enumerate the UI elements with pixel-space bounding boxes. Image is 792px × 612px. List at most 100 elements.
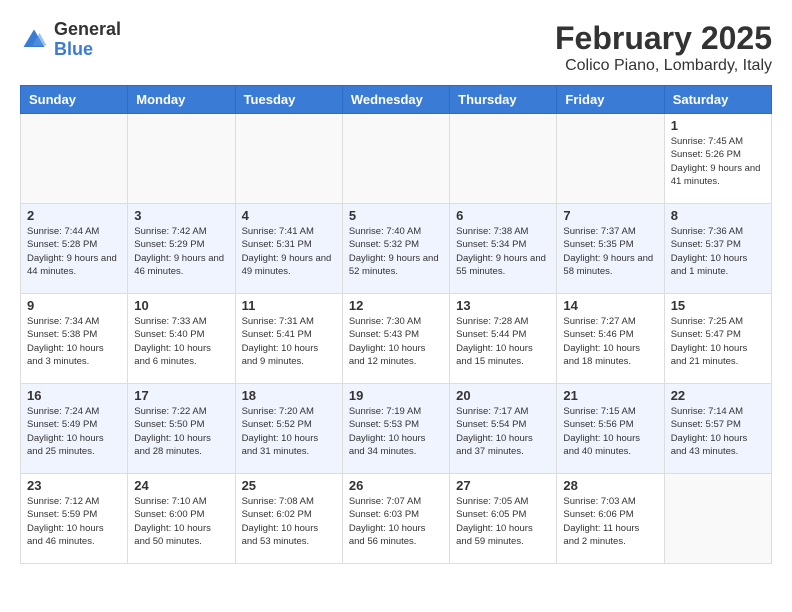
calendar-cell: 2 Sunrise: 7:44 AM Sunset: 5:28 PM Daylig… [21, 204, 128, 294]
calendar-cell [342, 114, 449, 204]
day-number: 16 [27, 388, 121, 403]
calendar-cell: 12 Sunrise: 7:30 AM Sunset: 5:43 PM Dayli… [342, 294, 449, 384]
calendar-cell [664, 474, 771, 564]
calendar-header-saturday: Saturday [664, 86, 771, 114]
calendar-cell: 27 Sunrise: 7:05 AM Sunset: 6:05 PM Dayli… [450, 474, 557, 564]
day-info: Sunrise: 7:17 AM Sunset: 5:54 PM Dayligh… [456, 405, 550, 458]
month-year-title: February 2025 [555, 20, 772, 57]
day-info: Sunrise: 7:30 AM Sunset: 5:43 PM Dayligh… [349, 315, 443, 368]
day-number: 21 [563, 388, 657, 403]
day-number: 11 [242, 298, 336, 313]
day-number: 4 [242, 208, 336, 223]
calendar-week-row: 9 Sunrise: 7:34 AM Sunset: 5:38 PM Daylig… [21, 294, 772, 384]
day-number: 5 [349, 208, 443, 223]
day-info: Sunrise: 7:03 AM Sunset: 6:06 PM Dayligh… [563, 495, 657, 548]
calendar-cell: 7Sunrise: 7:37 AM Sunset: 5:35 PM Daylig… [557, 204, 664, 294]
calendar-cell: 4 Sunrise: 7:41 AM Sunset: 5:31 PM Daylig… [235, 204, 342, 294]
calendar-header-monday: Monday [128, 86, 235, 114]
day-info: Sunrise: 7:07 AM Sunset: 6:03 PM Dayligh… [349, 495, 443, 548]
day-number: 17 [134, 388, 228, 403]
day-info: Sunrise: 7:25 AM Sunset: 5:47 PM Dayligh… [671, 315, 765, 368]
calendar-cell: 14 Sunrise: 7:27 AM Sunset: 5:46 PM Dayli… [557, 294, 664, 384]
calendar-table: SundayMondayTuesdayWednesdayThursdayFrid… [20, 85, 772, 564]
location-subtitle: Colico Piano, Lombardy, Italy [555, 57, 772, 75]
day-number: 15 [671, 298, 765, 313]
day-info: Sunrise: 7:27 AM Sunset: 5:46 PM Dayligh… [563, 315, 657, 368]
day-number: 28 [563, 478, 657, 493]
calendar-header-thursday: Thursday [450, 86, 557, 114]
calendar-cell: 6 Sunrise: 7:38 AM Sunset: 5:34 PM Daylig… [450, 204, 557, 294]
day-info: Sunrise: 7:41 AM Sunset: 5:31 PM Dayligh… [242, 225, 336, 278]
day-number: 9 [27, 298, 121, 313]
day-info: Sunrise: 7:37 AM Sunset: 5:35 PM Dayligh… [563, 225, 657, 278]
calendar-header-friday: Friday [557, 86, 664, 114]
day-number: 23 [27, 478, 121, 493]
day-number: 12 [349, 298, 443, 313]
logo: General Blue [20, 20, 121, 60]
calendar-cell: 18Sunrise: 7:20 AM Sunset: 5:52 PM Dayli… [235, 384, 342, 474]
day-info: Sunrise: 7:05 AM Sunset: 6:05 PM Dayligh… [456, 495, 550, 548]
day-info: Sunrise: 7:12 AM Sunset: 5:59 PM Dayligh… [27, 495, 121, 548]
day-number: 8 [671, 208, 765, 223]
day-number: 13 [456, 298, 550, 313]
calendar-cell: 26 Sunrise: 7:07 AM Sunset: 6:03 PM Dayli… [342, 474, 449, 564]
day-number: 27 [456, 478, 550, 493]
calendar-cell: 24 Sunrise: 7:10 AM Sunset: 6:00 PM Dayli… [128, 474, 235, 564]
calendar-cell [128, 114, 235, 204]
calendar-cell: 16 Sunrise: 7:24 AM Sunset: 5:49 PM Dayli… [21, 384, 128, 474]
day-number: 20 [456, 388, 550, 403]
calendar-header-wednesday: Wednesday [342, 86, 449, 114]
calendar-cell: 13Sunrise: 7:28 AM Sunset: 5:44 PM Dayli… [450, 294, 557, 384]
calendar-cell: 9 Sunrise: 7:34 AM Sunset: 5:38 PM Daylig… [21, 294, 128, 384]
calendar-cell: 3Sunrise: 7:42 AM Sunset: 5:29 PM Daylig… [128, 204, 235, 294]
day-info: Sunrise: 7:36 AM Sunset: 5:37 PM Dayligh… [671, 225, 765, 278]
day-info: Sunrise: 7:38 AM Sunset: 5:34 PM Dayligh… [456, 225, 550, 278]
calendar-cell [235, 114, 342, 204]
calendar-cell [557, 114, 664, 204]
day-info: Sunrise: 7:44 AM Sunset: 5:28 PM Dayligh… [27, 225, 121, 278]
day-number: 1 [671, 118, 765, 133]
calendar-cell: 25 Sunrise: 7:08 AM Sunset: 6:02 PM Dayli… [235, 474, 342, 564]
day-number: 14 [563, 298, 657, 313]
day-info: Sunrise: 7:08 AM Sunset: 6:02 PM Dayligh… [242, 495, 336, 548]
day-info: Sunrise: 7:33 AM Sunset: 5:40 PM Dayligh… [134, 315, 228, 368]
calendar-cell: 15 Sunrise: 7:25 AM Sunset: 5:47 PM Dayli… [664, 294, 771, 384]
calendar-cell: 1 Sunrise: 7:45 AM Sunset: 5:26 PM Daylig… [664, 114, 771, 204]
calendar-cell: 28 Sunrise: 7:03 AM Sunset: 6:06 PM Dayli… [557, 474, 664, 564]
calendar-cell: 17 Sunrise: 7:22 AM Sunset: 5:50 PM Dayli… [128, 384, 235, 474]
calendar-cell: 10 Sunrise: 7:33 AM Sunset: 5:40 PM Dayli… [128, 294, 235, 384]
day-info: Sunrise: 7:22 AM Sunset: 5:50 PM Dayligh… [134, 405, 228, 458]
calendar-cell: 5 Sunrise: 7:40 AM Sunset: 5:32 PM Daylig… [342, 204, 449, 294]
day-info: Sunrise: 7:10 AM Sunset: 6:00 PM Dayligh… [134, 495, 228, 548]
day-number: 25 [242, 478, 336, 493]
logo-icon [20, 26, 48, 54]
day-number: 3 [134, 208, 228, 223]
calendar-header-row: SundayMondayTuesdayWednesdayThursdayFrid… [21, 86, 772, 114]
day-number: 6 [456, 208, 550, 223]
day-number: 2 [27, 208, 121, 223]
day-info: Sunrise: 7:34 AM Sunset: 5:38 PM Dayligh… [27, 315, 121, 368]
calendar-header-tuesday: Tuesday [235, 86, 342, 114]
day-number: 10 [134, 298, 228, 313]
calendar-header-sunday: Sunday [21, 86, 128, 114]
logo-blue-text: Blue [54, 40, 121, 60]
page-header: General Blue February 2025 Colico Piano,… [20, 20, 772, 75]
calendar-week-row: 1 Sunrise: 7:45 AM Sunset: 5:26 PM Daylig… [21, 114, 772, 204]
logo-text: General Blue [54, 20, 121, 60]
calendar-week-row: 16 Sunrise: 7:24 AM Sunset: 5:49 PM Dayli… [21, 384, 772, 474]
day-number: 24 [134, 478, 228, 493]
day-number: 18 [242, 388, 336, 403]
day-info: Sunrise: 7:45 AM Sunset: 5:26 PM Dayligh… [671, 135, 765, 188]
calendar-cell: 20 Sunrise: 7:17 AM Sunset: 5:54 PM Dayli… [450, 384, 557, 474]
day-number: 19 [349, 388, 443, 403]
title-area: February 2025 Colico Piano, Lombardy, It… [555, 20, 772, 75]
day-info: Sunrise: 7:24 AM Sunset: 5:49 PM Dayligh… [27, 405, 121, 458]
calendar-cell [21, 114, 128, 204]
day-info: Sunrise: 7:31 AM Sunset: 5:41 PM Dayligh… [242, 315, 336, 368]
day-info: Sunrise: 7:40 AM Sunset: 5:32 PM Dayligh… [349, 225, 443, 278]
calendar-cell: 11 Sunrise: 7:31 AM Sunset: 5:41 PM Dayli… [235, 294, 342, 384]
calendar-cell: 19Sunrise: 7:19 AM Sunset: 5:53 PM Dayli… [342, 384, 449, 474]
calendar-cell [450, 114, 557, 204]
day-number: 26 [349, 478, 443, 493]
day-info: Sunrise: 7:14 AM Sunset: 5:57 PM Dayligh… [671, 405, 765, 458]
